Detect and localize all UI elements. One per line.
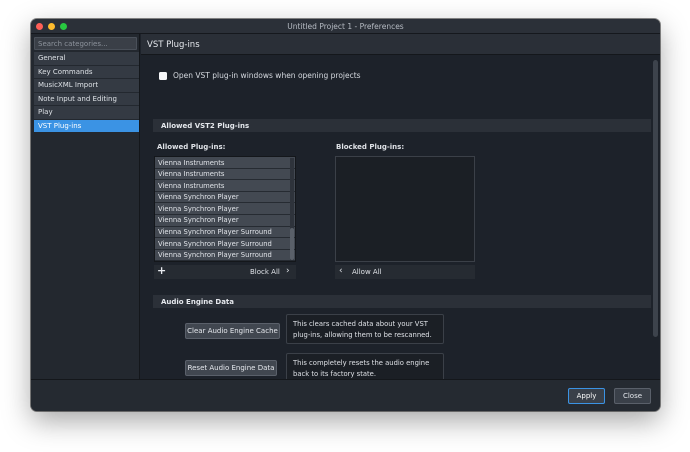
list-item[interactable]: Vienna Synchron Player Surround	[155, 249, 295, 261]
chevron-right-icon[interactable]: ›	[286, 266, 290, 276]
category-list: General Key Commands MusicXML Import Not…	[34, 52, 139, 133]
open-plugin-windows-label: Open VST plug-in windows when opening pr…	[173, 71, 361, 80]
sidebar-item-play[interactable]: Play	[34, 106, 139, 120]
page-header: VST Plug-ins	[141, 34, 660, 55]
content-scrollbar-thumb[interactable]	[653, 60, 658, 337]
list-item[interactable]: Vienna Instruments	[155, 180, 295, 192]
sidebar: General Key Commands MusicXML Import Not…	[31, 34, 140, 379]
search-categories-input[interactable]	[34, 37, 137, 50]
apply-button[interactable]: Apply	[568, 388, 605, 404]
list-item[interactable]: Vienna Synchron Player	[155, 214, 295, 227]
audio-engine-section-title: Audio Engine Data	[161, 297, 235, 306]
blocked-list-footer: ‹ Allow All	[335, 265, 475, 279]
allowed-list-footer: + Block All ›	[154, 264, 296, 279]
page-title: VST Plug-ins	[147, 40, 200, 50]
reset-audio-engine-data-button[interactable]: Reset Audio Engine Data	[185, 360, 277, 376]
clear-cache-description: This clears cached data about your VST p…	[286, 314, 444, 344]
preferences-window: Untitled Project 1 - Preferences General…	[31, 19, 660, 411]
list-item[interactable]: Vienna Instruments	[155, 168, 295, 181]
allowed-plugins-list[interactable]: Vienna Instruments Vienna Instruments Vi…	[154, 156, 296, 262]
allowed-plugins-label: Allowed Plug-ins:	[157, 143, 226, 151]
sidebar-item-general[interactable]: General	[34, 52, 139, 66]
blocked-plugins-list[interactable]	[335, 156, 475, 262]
allowed-list-scrollbar-thumb[interactable]	[290, 228, 294, 260]
list-item[interactable]: Vienna Synchron Player	[155, 203, 295, 215]
allowed-vst2-section-header: Allowed VST2 Plug-ins	[153, 119, 651, 132]
list-item[interactable]: Vienna Synchron Player Surround	[155, 238, 295, 250]
preferences-content: Open VST plug-in windows when opening pr…	[141, 56, 660, 379]
blocked-plugins-label: Blocked Plug-ins:	[336, 143, 405, 151]
sidebar-item-vst-plugins[interactable]: VST Plug-ins	[34, 119, 139, 133]
close-button[interactable]: Close	[614, 388, 651, 404]
list-item[interactable]: Vienna Synchron Player	[155, 191, 295, 204]
sidebar-item-key-commands[interactable]: Key Commands	[34, 65, 139, 79]
open-plugin-windows-checkbox[interactable]	[159, 72, 167, 80]
allow-all-button[interactable]: Allow All	[352, 268, 382, 276]
add-plugin-icon[interactable]: +	[157, 264, 166, 277]
dialog-footer: Apply Close	[31, 379, 660, 411]
window-title: Untitled Project 1 - Preferences	[287, 22, 404, 31]
sidebar-item-musicxml-import[interactable]: MusicXML Import	[34, 79, 139, 93]
list-item[interactable]: Vienna Instruments	[155, 157, 295, 169]
title-bar: Untitled Project 1 - Preferences	[31, 19, 660, 34]
sidebar-item-note-input-editing[interactable]: Note Input and Editing	[34, 92, 139, 106]
audio-engine-section-header: Audio Engine Data	[153, 295, 651, 308]
chevron-left-icon[interactable]: ‹	[339, 266, 343, 276]
reset-data-description: This completely resets the audio engine …	[286, 353, 444, 379]
list-item[interactable]: Vienna Synchron Player Surround	[155, 226, 295, 239]
clear-audio-engine-cache-button[interactable]: Clear Audio Engine Cache	[185, 323, 280, 339]
allowed-vst2-section-title: Allowed VST2 Plug-ins	[161, 121, 250, 130]
block-all-button[interactable]: Block All	[250, 268, 280, 276]
